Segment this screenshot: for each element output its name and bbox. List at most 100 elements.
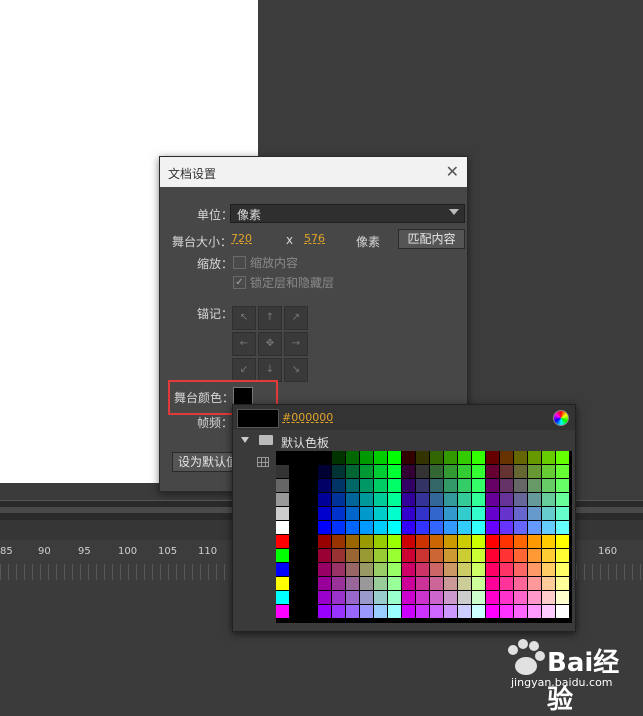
swatch[interactable]: [542, 451, 555, 464]
swatch[interactable]: [444, 605, 457, 618]
swatch[interactable]: [500, 535, 513, 548]
swatch[interactable]: [430, 465, 443, 478]
swatch[interactable]: [458, 577, 471, 590]
swatch[interactable]: [318, 479, 331, 492]
swatch[interactable]: [276, 577, 289, 590]
swatch[interactable]: [360, 563, 373, 576]
swatch[interactable]: [276, 535, 289, 548]
swatch[interactable]: [514, 535, 527, 548]
swatch[interactable]: [472, 591, 485, 604]
swatch[interactable]: [458, 563, 471, 576]
swatch[interactable]: [528, 465, 541, 478]
swatch[interactable]: [346, 549, 359, 562]
swatch[interactable]: [444, 507, 457, 520]
swatch[interactable]: [318, 465, 331, 478]
swatch[interactable]: [430, 479, 443, 492]
swatch[interactable]: [374, 577, 387, 590]
swatch[interactable]: [332, 535, 345, 548]
swatch[interactable]: [486, 451, 499, 464]
swatch[interactable]: [444, 577, 457, 590]
swatch[interactable]: [486, 563, 499, 576]
width-field[interactable]: 720: [231, 232, 252, 245]
swatch[interactable]: [528, 549, 541, 562]
dialog-titlebar[interactable]: 文档设置 ✕: [160, 157, 467, 187]
swatch[interactable]: [472, 493, 485, 506]
swatch[interactable]: [472, 563, 485, 576]
swatch[interactable]: [514, 521, 527, 534]
swatch[interactable]: [556, 549, 569, 562]
anchor-bottom[interactable]: ↓: [258, 358, 282, 382]
swatch[interactable]: [416, 591, 429, 604]
swatch[interactable]: [360, 451, 373, 464]
swatch[interactable]: [430, 507, 443, 520]
swatch[interactable]: [458, 591, 471, 604]
color-wheel-icon[interactable]: [553, 410, 569, 426]
swatch[interactable]: [542, 465, 555, 478]
swatch[interactable]: [388, 507, 401, 520]
swatch[interactable]: [388, 591, 401, 604]
swatch[interactable]: [346, 507, 359, 520]
swatch[interactable]: [388, 535, 401, 548]
swatch[interactable]: [514, 577, 527, 590]
swatch[interactable]: [542, 493, 555, 506]
swatch[interactable]: [514, 549, 527, 562]
swatch[interactable]: [374, 465, 387, 478]
swatch[interactable]: [360, 605, 373, 618]
swatch[interactable]: [318, 451, 331, 464]
swatch[interactable]: [542, 549, 555, 562]
swatch[interactable]: [332, 563, 345, 576]
swatch[interactable]: [556, 493, 569, 506]
swatch[interactable]: [388, 493, 401, 506]
close-icon[interactable]: ✕: [446, 162, 459, 181]
swatch[interactable]: [360, 577, 373, 590]
swatch[interactable]: [332, 479, 345, 492]
swatch[interactable]: [374, 563, 387, 576]
swatch[interactable]: [346, 563, 359, 576]
swatch[interactable]: [332, 521, 345, 534]
swatch[interactable]: [276, 507, 289, 520]
swatch[interactable]: [402, 577, 415, 590]
swatch[interactable]: [416, 493, 429, 506]
swatch[interactable]: [528, 507, 541, 520]
swatch[interactable]: [402, 521, 415, 534]
swatch[interactable]: [318, 591, 331, 604]
swatch[interactable]: [514, 591, 527, 604]
swatch[interactable]: [374, 479, 387, 492]
swatch[interactable]: [332, 465, 345, 478]
triangle-down-icon[interactable]: [241, 437, 249, 443]
swatch[interactable]: [416, 465, 429, 478]
swatch[interactable]: [472, 577, 485, 590]
swatch[interactable]: [500, 605, 513, 618]
swatch[interactable]: [542, 605, 555, 618]
swatch[interactable]: [430, 577, 443, 590]
swatch[interactable]: [542, 507, 555, 520]
swatch[interactable]: [458, 479, 471, 492]
swatch[interactable]: [430, 451, 443, 464]
swatch[interactable]: [528, 521, 541, 534]
anchor-bottom-left[interactable]: ↙: [232, 358, 256, 382]
anchor-top-left[interactable]: ↖: [232, 306, 256, 330]
swatch[interactable]: [360, 549, 373, 562]
swatch[interactable]: [332, 493, 345, 506]
swatch[interactable]: [402, 451, 415, 464]
swatch[interactable]: [388, 521, 401, 534]
swatch[interactable]: [556, 465, 569, 478]
swatch[interactable]: [458, 493, 471, 506]
swatch[interactable]: [500, 591, 513, 604]
swatch[interactable]: [402, 563, 415, 576]
swatch[interactable]: [374, 451, 387, 464]
swatch[interactable]: [430, 521, 443, 534]
swatch[interactable]: [472, 451, 485, 464]
swatch[interactable]: [556, 507, 569, 520]
swatch[interactable]: [444, 521, 457, 534]
swatch[interactable]: [542, 479, 555, 492]
swatch[interactable]: [444, 493, 457, 506]
swatch[interactable]: [318, 563, 331, 576]
swatch[interactable]: [556, 577, 569, 590]
swatch[interactable]: [388, 549, 401, 562]
swatch[interactable]: [500, 451, 513, 464]
swatch[interactable]: [542, 563, 555, 576]
swatch[interactable]: [444, 535, 457, 548]
swatch[interactable]: [360, 465, 373, 478]
swatch[interactable]: [360, 479, 373, 492]
